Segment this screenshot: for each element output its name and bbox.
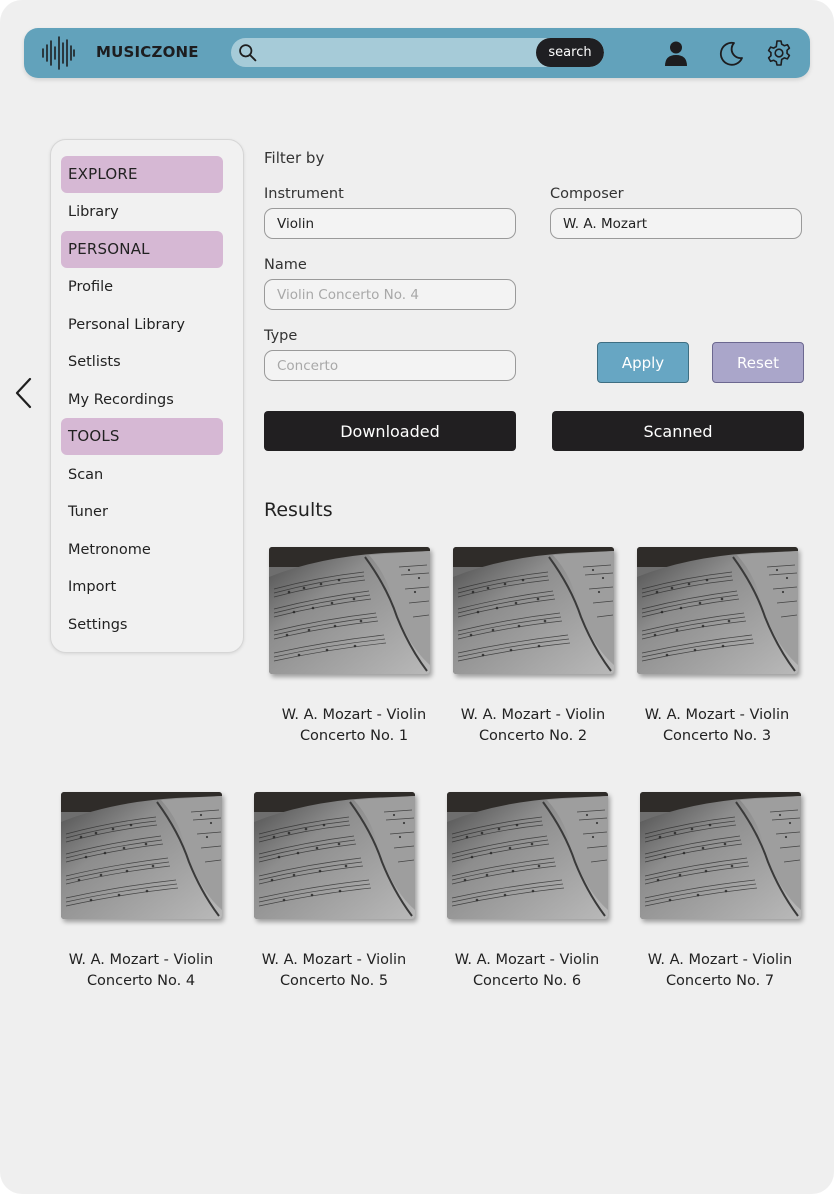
result-title-line1: W. A. Mozart - Violin xyxy=(460,707,606,723)
apply-button[interactable]: Apply xyxy=(597,342,689,383)
composer-field[interactable] xyxy=(550,208,802,239)
sheet-music-thumbnail[interactable] xyxy=(453,547,614,674)
app-frame: MUSICZONE search EXPLORE Library PERSONA… xyxy=(0,0,834,1194)
sidebar-section-personal[interactable]: PERSONAL xyxy=(61,231,223,268)
search-bar: search xyxy=(231,38,604,67)
sidebar-item-metronome[interactable]: Metronome xyxy=(68,540,151,560)
sheet-music-thumbnail[interactable] xyxy=(640,792,801,919)
sidebar-item-import[interactable]: Import xyxy=(68,577,116,597)
sidebar-item-personal-library[interactable]: Personal Library xyxy=(68,315,185,335)
sheet-music-thumbnail[interactable] xyxy=(269,547,430,674)
result-title-line2: Concerto No. 4 xyxy=(86,973,196,989)
sidebar: EXPLORE Library PERSONAL Profile Persona… xyxy=(50,139,244,653)
sheet-music-thumbnail[interactable] xyxy=(637,547,798,674)
sidebar-item-setlists[interactable]: Setlists xyxy=(68,352,121,372)
instrument-field[interactable] xyxy=(264,208,516,239)
sidebar-section-explore[interactable]: EXPLORE xyxy=(61,156,223,193)
moon-icon[interactable] xyxy=(717,39,745,67)
composer-label: Composer xyxy=(550,186,624,202)
result-title-line2: Concerto No. 6 xyxy=(472,973,582,989)
user-icon[interactable] xyxy=(662,39,690,67)
sidebar-item-my-recordings[interactable]: My Recordings xyxy=(68,390,174,410)
result-title-line1: W. A. Mozart - Violin xyxy=(454,952,600,968)
sidebar-item-tuner[interactable]: Tuner xyxy=(68,502,108,522)
sidebar-item-profile[interactable]: Profile xyxy=(68,277,113,297)
reset-button[interactable]: Reset xyxy=(712,342,804,383)
search-icon xyxy=(239,44,257,62)
sidebar-item-scan[interactable]: Scan xyxy=(68,465,103,485)
name-field[interactable] xyxy=(264,279,516,310)
type-field[interactable] xyxy=(264,350,516,381)
instrument-label: Instrument xyxy=(264,186,344,202)
search-button[interactable]: search xyxy=(536,38,604,67)
gear-icon[interactable] xyxy=(765,39,793,67)
result-title-line1: W. A. Mozart - Violin xyxy=(644,707,790,723)
result-title-line2: Concerto No. 3 xyxy=(662,728,772,744)
search-input[interactable] xyxy=(263,38,533,67)
result-title-line2: Concerto No. 7 xyxy=(665,973,775,989)
sidebar-item-library[interactable]: Library xyxy=(68,202,119,222)
sheet-music-thumbnail[interactable] xyxy=(61,792,222,919)
result-title-line2: Concerto No. 1 xyxy=(299,728,409,744)
sidebar-section-tools[interactable]: TOOLS xyxy=(61,418,223,455)
result-title-line2: Concerto No. 5 xyxy=(279,973,389,989)
name-label: Name xyxy=(264,257,307,273)
chevron-left-icon[interactable] xyxy=(12,376,34,410)
downloaded-button[interactable]: Downloaded xyxy=(264,411,516,451)
brand-name: MUSICZONE xyxy=(96,43,199,61)
sheet-music-thumbnail[interactable] xyxy=(447,792,608,919)
result-title-line2: Concerto No. 2 xyxy=(478,728,588,744)
scanned-button[interactable]: Scanned xyxy=(552,411,804,451)
results-heading: Results xyxy=(264,499,333,521)
waveform-logo-icon[interactable] xyxy=(40,35,76,71)
top-bar: MUSICZONE search xyxy=(24,28,810,78)
result-title-line1: W. A. Mozart - Violin xyxy=(68,952,214,968)
result-title-line1: W. A. Mozart - Violin xyxy=(281,707,427,723)
type-label: Type xyxy=(264,328,298,344)
sheet-music-thumbnail[interactable] xyxy=(254,792,415,919)
filter-heading: Filter by xyxy=(264,149,325,167)
sidebar-item-settings[interactable]: Settings xyxy=(68,615,127,635)
result-title-line1: W. A. Mozart - Violin xyxy=(261,952,407,968)
result-title-line1: W. A. Mozart - Violin xyxy=(647,952,793,968)
